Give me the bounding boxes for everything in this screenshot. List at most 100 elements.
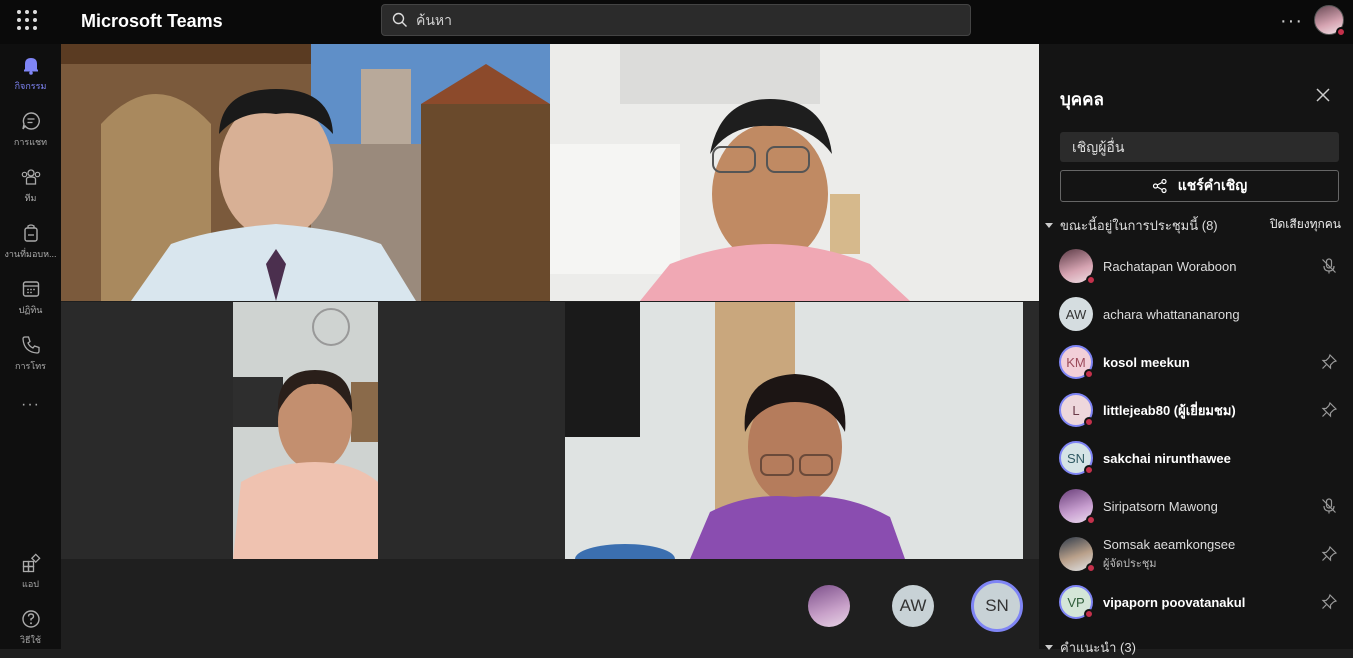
status-busy-icon bbox=[1084, 417, 1094, 427]
rail-item-help[interactable]: วิธีใช้ bbox=[0, 608, 61, 647]
mute-all-button[interactable]: ปิดเสียงทุกคน bbox=[1270, 215, 1341, 234]
participant-row[interactable]: AW achara whattananarong bbox=[1059, 292, 1344, 336]
participant-name: kosol meekun bbox=[1103, 354, 1190, 370]
close-icon[interactable] bbox=[1314, 86, 1332, 104]
video-tile-participant-2[interactable] bbox=[550, 44, 1039, 301]
status-busy-icon bbox=[1086, 275, 1096, 285]
status-busy-icon bbox=[1084, 465, 1094, 475]
avatar: SN bbox=[1059, 441, 1094, 475]
pin-icon[interactable] bbox=[1320, 401, 1338, 419]
mic-off-icon[interactable] bbox=[1320, 257, 1338, 275]
participant-name: achara whattananarong bbox=[1103, 306, 1240, 322]
video-stage: AW SN bbox=[61, 44, 1039, 649]
participant-row[interactable]: SN sakchai nirunthawee bbox=[1059, 436, 1344, 480]
more-options-icon[interactable]: ··· bbox=[1280, 10, 1303, 33]
participant-row[interactable]: Somsak aeamkongsee ผู้จัดประชุม bbox=[1059, 532, 1344, 576]
rail-item-chat[interactable]: การแชท bbox=[0, 110, 61, 149]
participant-row[interactable]: Rachatapan Woraboon bbox=[1059, 244, 1344, 288]
pin-icon[interactable] bbox=[1320, 545, 1338, 563]
rail-item-activity[interactable]: กิจกรรม bbox=[0, 54, 61, 93]
rail-label: ทีม bbox=[24, 193, 37, 203]
status-busy-icon bbox=[1084, 609, 1094, 619]
bell-icon bbox=[23, 58, 38, 75]
rail-label: การโทร bbox=[15, 361, 46, 371]
participant-text: Somsak aeamkongsee ผู้จัดประชุม bbox=[1093, 537, 1235, 572]
share-icon bbox=[1152, 178, 1167, 194]
dock-avatar-sn[interactable]: SN bbox=[971, 580, 1023, 632]
participant-name: Somsak aeamkongsee bbox=[1103, 536, 1236, 552]
rail-label: กิจกรรม bbox=[14, 81, 47, 91]
assignments-icon bbox=[23, 224, 38, 242]
avatar: VP bbox=[1059, 585, 1094, 619]
top-bar: Microsoft Teams ··· bbox=[0, 0, 1353, 44]
rail-label: การแชท bbox=[13, 137, 48, 147]
rail-item-teams[interactable]: ทีม bbox=[0, 166, 61, 205]
avatar bbox=[1059, 537, 1096, 573]
profile-avatar[interactable] bbox=[1314, 5, 1346, 37]
avatar: L bbox=[1059, 393, 1094, 427]
search-icon bbox=[392, 12, 407, 27]
suggested-section-header[interactable]: คำแนะนำ (3) bbox=[1045, 637, 1136, 658]
in-meeting-section-header[interactable]: ขณะนี้อยู่ในการประชุมนี้ (8) ปิดเสียงทุก… bbox=[1045, 215, 1345, 236]
dock-avatar-aw[interactable]: AW bbox=[892, 585, 934, 627]
chevron-down-icon bbox=[1045, 645, 1053, 650]
mic-off-icon[interactable] bbox=[1320, 497, 1338, 515]
participant-role: ผู้จัดประชุม bbox=[1103, 557, 1157, 570]
phone-icon bbox=[21, 336, 40, 354]
app-title: Microsoft Teams bbox=[81, 11, 223, 31]
participant-name: littlejeab80 (ผู้เยี่ยมชม) bbox=[1103, 402, 1236, 418]
rail-item-calendar[interactable]: ปฏิทิน bbox=[0, 278, 61, 317]
app-rail: กิจกรรม การแชท ทีม งานที่มอบห... ปฏิทิน … bbox=[0, 44, 61, 649]
app-launcher-icon[interactable] bbox=[17, 10, 37, 30]
calendar-icon bbox=[22, 281, 39, 297]
in-meeting-label: ขณะนี้อยู่ในการประชุมนี้ (8) bbox=[1060, 218, 1218, 233]
avatar: AW bbox=[1059, 297, 1093, 331]
avatar bbox=[1059, 489, 1096, 525]
suggested-label: คำแนะนำ (3) bbox=[1060, 640, 1136, 655]
participant-name: Siripatsorn Mawong bbox=[1103, 498, 1218, 514]
status-busy-icon bbox=[1084, 369, 1094, 379]
share-invite-button[interactable]: แชร์คำเชิญ bbox=[1060, 170, 1339, 202]
avatar bbox=[1059, 249, 1096, 285]
rail-label: แอป bbox=[22, 579, 39, 589]
rail-item-calls[interactable]: การโทร bbox=[0, 334, 61, 373]
video-tile-participant-4[interactable] bbox=[550, 302, 1039, 559]
participant-row[interactable]: Siripatsorn Mawong bbox=[1059, 484, 1344, 528]
invite-input[interactable] bbox=[1060, 132, 1339, 162]
search-input[interactable] bbox=[416, 12, 936, 28]
rail-label: วิธีใช้ bbox=[19, 635, 42, 645]
pin-icon[interactable] bbox=[1320, 353, 1338, 371]
participant-row[interactable]: KM kosol meekun bbox=[1059, 340, 1344, 384]
chevron-down-icon bbox=[1045, 223, 1053, 228]
avatar-initials: AW bbox=[1065, 306, 1087, 322]
dock-avatar-participant[interactable] bbox=[808, 585, 850, 627]
share-invite-label: แชร์คำเชิญ bbox=[1177, 177, 1248, 193]
avatar-initials: SN bbox=[1066, 450, 1086, 466]
dock-avatar-initials: AW bbox=[899, 596, 927, 615]
apps-icon bbox=[22, 553, 41, 573]
rail-item-assignments[interactable]: งานที่มอบห... bbox=[0, 222, 61, 261]
rail-item-apps[interactable]: แอป bbox=[0, 552, 61, 591]
video-tile-participant-3[interactable] bbox=[61, 302, 550, 559]
people-panel: บุคคล แชร์คำเชิญ ขณะนี้อยู่ในการประชุมนี… bbox=[1039, 44, 1353, 655]
participant-row[interactable]: L littlejeab80 (ผู้เยี่ยมชม) bbox=[1059, 388, 1344, 432]
video-feed-image bbox=[61, 44, 550, 301]
people-panel-title: บุคคล bbox=[1060, 90, 1104, 109]
teams-icon bbox=[21, 169, 40, 185]
dock-avatar-initials: SN bbox=[985, 596, 1009, 615]
participant-row[interactable]: VP vipaporn poovatanakul bbox=[1059, 580, 1344, 624]
participant-name: vipaporn poovatanakul bbox=[1103, 594, 1246, 610]
rail-label: ปฏิทิน bbox=[18, 305, 43, 315]
pin-icon[interactable] bbox=[1320, 593, 1338, 611]
more-apps-icon[interactable]: ··· bbox=[0, 396, 61, 414]
avatar-initials: VP bbox=[1067, 594, 1085, 610]
avatar: KM bbox=[1059, 345, 1094, 379]
chat-icon bbox=[21, 112, 40, 130]
video-feed-image bbox=[565, 302, 1023, 559]
video-feed-image bbox=[233, 302, 378, 559]
video-tile-participant-1[interactable] bbox=[61, 44, 550, 301]
participant-name: sakchai nirunthawee bbox=[1103, 450, 1231, 466]
status-busy-icon bbox=[1336, 27, 1346, 37]
video-feed-image bbox=[550, 44, 1039, 301]
search-box[interactable] bbox=[381, 4, 971, 36]
